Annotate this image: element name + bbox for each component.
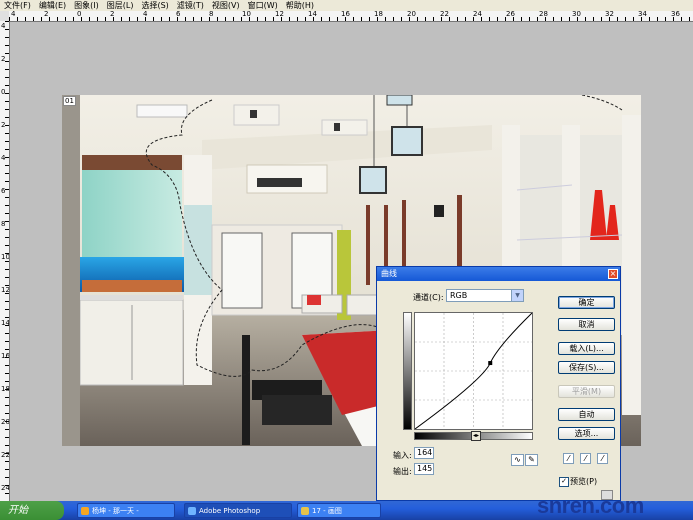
ruler-tick-label: 6 [176,11,181,18]
ok-button[interactable]: 确定 [558,296,615,309]
output-value-field[interactable]: 145 [414,463,434,475]
horizontal-ruler: 4 2 0 2 4 6 8 10 12 14 16 18 20 22 24 26 28 30 32 34 36 [9,11,693,22]
input-value-field[interactable]: 164 [414,447,434,459]
input-label: 输入: [393,451,412,460]
taskbar-item-paint[interactable]: 17 - 画图 [297,503,381,518]
pencil-tool-icon[interactable]: ✎ [525,454,538,466]
ruler-tick-label: 18 [1,385,10,393]
ruler-tick-label: 4 [143,11,148,18]
gray-eyedropper-icon[interactable]: ⁄ [580,453,591,464]
ruler-tick-label: 8 [1,220,6,228]
ruler-tick-label: 22 [440,11,449,18]
ruler-tick-label: 14 [1,319,10,327]
paint-icon [301,507,309,515]
photoshop-icon [188,507,196,515]
close-icon[interactable]: × [608,269,618,279]
curves-dialog-title: 曲线 [381,269,397,278]
ruler-tick-label: 28 [539,11,548,18]
curve-control-point [488,361,493,366]
start-label: 开始 [8,505,28,516]
curve-graph[interactable] [414,312,533,430]
curve-tool-icon[interactable]: ∿ [511,454,524,466]
ruler-tick-label: 26 [506,11,515,18]
load-button[interactable]: 载入(L)... [558,342,615,355]
ruler-tick-label: 4 [11,11,16,18]
media-player-icon [81,507,89,515]
gradient-toggle-icon[interactable]: ◂▸ [471,431,481,441]
curves-dialog-titlebar[interactable]: 曲线 × [377,267,620,281]
document-tab-label: 01 [63,96,76,106]
menu-item[interactable]: 文件(F) [0,0,35,11]
ruler-tick-label: 36 [671,11,680,18]
task-label: Adobe Photoshop [199,507,261,515]
taskbar-item-photoshop[interactable]: Adobe Photoshop [184,503,292,518]
menu-item[interactable]: 窗口(W) [244,0,282,11]
ruler-tick-label: 34 [638,11,647,18]
ruler-tick-label: 8 [209,11,214,18]
channel-value: RGB [450,291,468,300]
ruler-tick-label: 10 [242,11,251,18]
save-button[interactable]: 保存(S)... [558,361,615,374]
ruler-tick-label: 2 [1,55,6,63]
ruler-tick-label: 14 [308,11,317,18]
smooth-button[interactable]: 平滑(M) [558,385,615,398]
ruler-tick-label: 12 [275,11,284,18]
ruler-tick-label: 22 [1,451,10,459]
ruler-tick-label: 20 [407,11,416,18]
ruler-tick-label: 18 [374,11,383,18]
watermark-text: snren.com [537,493,644,518]
task-label: 17 - 画图 [312,507,342,515]
ruler-tick-label: 24 [1,484,10,492]
auto-button[interactable]: 自动 [558,408,615,421]
ruler-tick-label: 16 [1,352,10,360]
ruler-tick-label: 4 [1,22,6,30]
menu-item[interactable]: 视图(V) [208,0,244,11]
vertical-ruler: 4 2 0 2 4 6 8 10 12 14 16 18 20 22 24 [0,21,10,501]
input-gradient-bar: ◂▸ [414,431,533,441]
cancel-button[interactable]: 取消 [558,318,615,331]
ruler-tick-label: 2 [1,121,6,129]
ruler-tick-label: 24 [473,11,482,18]
white-eyedropper-icon[interactable]: ⁄ [597,453,608,464]
task-label: 杨坤 - 那一天 - [92,507,139,515]
options-button[interactable]: 选项... [558,427,615,440]
curve-graph-svg [414,312,533,430]
black-eyedropper-icon[interactable]: ⁄ [563,453,574,464]
menu-item[interactable]: 帮助(H) [282,0,318,11]
ruler-tick-label: 16 [341,11,350,18]
output-gradient-bar [403,312,412,430]
channel-select[interactable]: RGB ▼ [446,289,524,302]
menu-item[interactable]: 编辑(E) [35,0,70,11]
taskbar-item-media[interactable]: 杨坤 - 那一天 - [77,503,175,518]
output-label: 输出: [393,467,412,476]
channel-label: 通道(C): [413,293,444,302]
ruler-tick-label: 0 [1,88,6,96]
ruler-tick-label: 10 [1,253,10,261]
ruler-tick-label: 30 [572,11,581,18]
preview-checkbox[interactable]: ✓ [559,477,569,487]
ruler-tick-label: 6 [1,187,6,195]
ruler-tick-label: 12 [1,286,10,294]
menu-item[interactable]: 滤镜(T) [173,0,208,11]
ruler-tick-label: 4 [1,154,6,162]
start-button[interactable]: 开始 [0,501,64,520]
watermark-logo: snren.com [537,492,693,520]
menu-bar: 文件(F) 编辑(E) 图象(I) 图层(L) 选择(S) 滤镜(T) 视图(V) 窗口(W)… [0,0,693,11]
ruler-tick-label: 2 [110,11,115,18]
check-icon: ✓ [561,477,567,485]
chevron-down-icon[interactable]: ▼ [511,290,523,301]
menu-item[interactable]: 选择(S) [137,0,172,11]
menu-item[interactable]: 图层(L) [103,0,138,11]
ruler-tick-label: 20 [1,418,10,426]
menu-item[interactable]: 图象(I) [70,0,103,11]
ruler-tick-label: 32 [605,11,614,18]
ruler-tick-label: 2 [44,11,49,18]
curves-dialog: 曲线 × 通道(C): RGB ▼ ◂▸ 输入: 164 输出: 145 ∿ ✎… [376,266,621,501]
ruler-tick-label: 0 [77,11,82,18]
preview-label: 预览(P) [570,477,598,486]
